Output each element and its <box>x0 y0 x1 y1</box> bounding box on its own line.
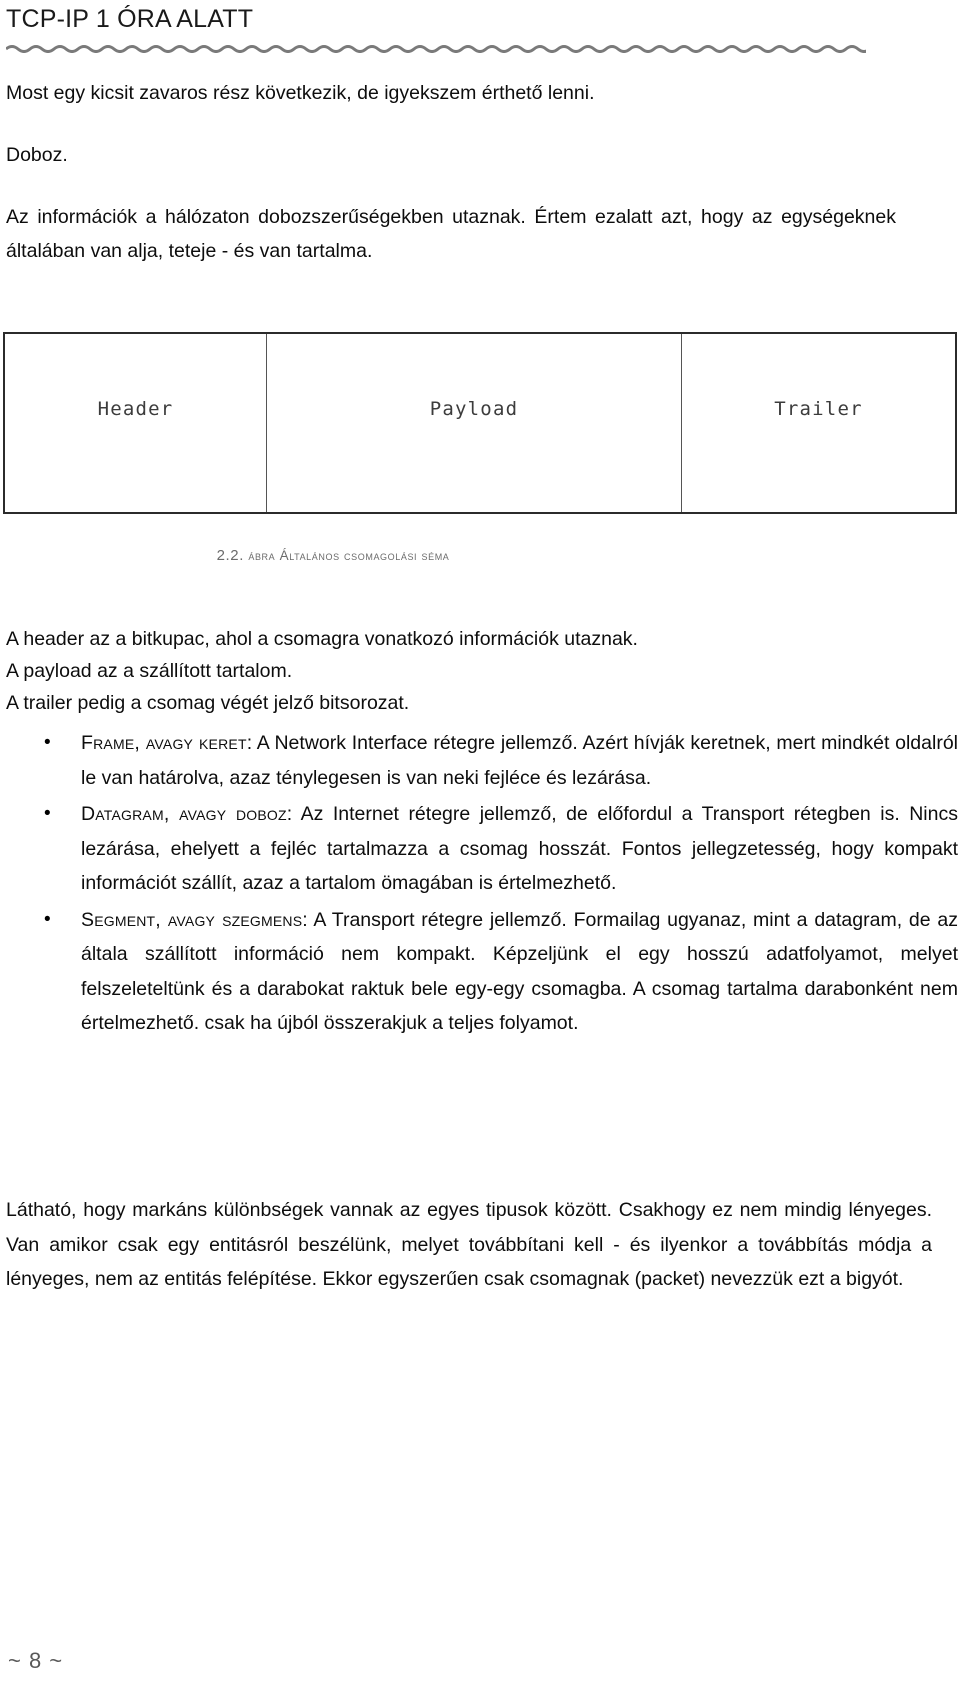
intro-paragraph: Most egy kicsit zavaros rész következik,… <box>6 82 595 104</box>
statement-header: A header az a bitkupac, ahol a csomagra … <box>6 628 638 650</box>
packet-structure-diagram: Header Payload Trailer <box>3 332 957 514</box>
list-item: Datagram, avagy doboz: Az Internet réteg… <box>6 797 958 901</box>
statement-trailer: A trailer pedig a csomag végét jelző bit… <box>6 692 410 714</box>
document-title: TCP-IP 1 ÓRA ALATT <box>6 5 254 33</box>
doboz-heading: Doboz. <box>6 144 68 166</box>
term-datagram: Datagram, avagy doboz <box>81 803 287 825</box>
page-number: ~ 8 ~ <box>8 1648 64 1673</box>
term-segment: Segment, avagy szegmens <box>81 908 303 931</box>
diagram-cell-trailer: Trailer <box>774 398 863 420</box>
diagram-cell-header: Header <box>5 334 267 512</box>
document-page: TCP-IP 1 ÓRA ALATT Most egy kicsit zavar… <box>0 0 960 1696</box>
info-paragraph: Az információk a hálózaton dobozszerűség… <box>6 206 896 262</box>
term-separator: : <box>286 803 301 825</box>
term-separator: : <box>302 908 314 931</box>
running-header: TCP-IP 1 ÓRA ALATT <box>6 5 954 53</box>
term-frame: Frame, avagy keret <box>81 732 247 754</box>
figure-caption-text: ábra Általános csomagolási séma <box>248 548 450 563</box>
term-separator: : <box>246 732 257 754</box>
wavy-rule-icon <box>6 44 866 53</box>
figure-caption: 2.2. ábra Általános csomagolási séma <box>3 547 663 564</box>
closing-paragraph: Látható, hogy markáns különbségek vannak… <box>6 1199 932 1290</box>
list-item: Frame, avagy keret: A Network Interface … <box>6 726 958 795</box>
statement-payload: A payload az a szállított tartalom. <box>6 660 293 682</box>
diagram-cell-payload: Payload <box>267 334 682 512</box>
list-item: Segment, avagy szegmens: A Transport rét… <box>6 903 958 1041</box>
figure-caption-number: 2.2. <box>216 547 244 564</box>
packet-type-list: Frame, avagy keret: A Network Interface … <box>6 726 958 1043</box>
